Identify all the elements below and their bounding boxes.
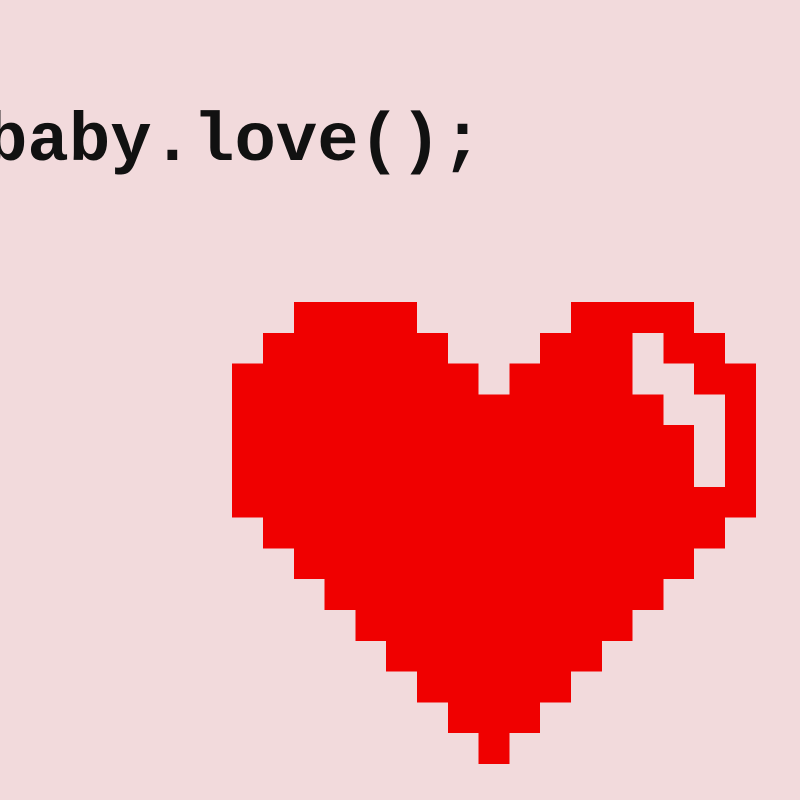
heart-pixel-row bbox=[293, 548, 695, 580]
heart-highlight-pixel bbox=[632, 332, 664, 364]
heart-pixel-row bbox=[293, 302, 417, 333]
heart-pixel-row bbox=[540, 332, 725, 364]
heart-pixel-row bbox=[232, 363, 479, 395]
heart-highlight-pixel bbox=[694, 456, 725, 487]
heart-pixel-row bbox=[509, 363, 756, 395]
heart-highlight-pixel bbox=[694, 394, 725, 426]
heart-pixel-row bbox=[232, 486, 756, 518]
heart-pixel-row bbox=[232, 456, 756, 487]
heart-highlight-pixel bbox=[694, 425, 725, 456]
heart-highlight-pixel bbox=[663, 394, 695, 426]
heart-pixel-row bbox=[417, 671, 571, 703]
heart-pixel-row bbox=[386, 640, 602, 672]
heart-pixel-row bbox=[263, 517, 725, 549]
heart-pixel-row bbox=[232, 425, 756, 456]
heart-pixel-row bbox=[478, 733, 510, 764]
heart-pixel-row bbox=[263, 332, 448, 364]
heart-pixel-row bbox=[571, 302, 695, 333]
heart-highlight-pixel bbox=[632, 363, 664, 395]
pixel-heart-icon bbox=[232, 302, 756, 764]
heart-pixel-row bbox=[355, 610, 633, 641]
heart-pixel-row bbox=[324, 579, 664, 610]
heart-highlight-pixel bbox=[663, 363, 695, 395]
code-text: baby.love(); bbox=[0, 103, 483, 181]
heart-pixel-row bbox=[447, 702, 541, 734]
